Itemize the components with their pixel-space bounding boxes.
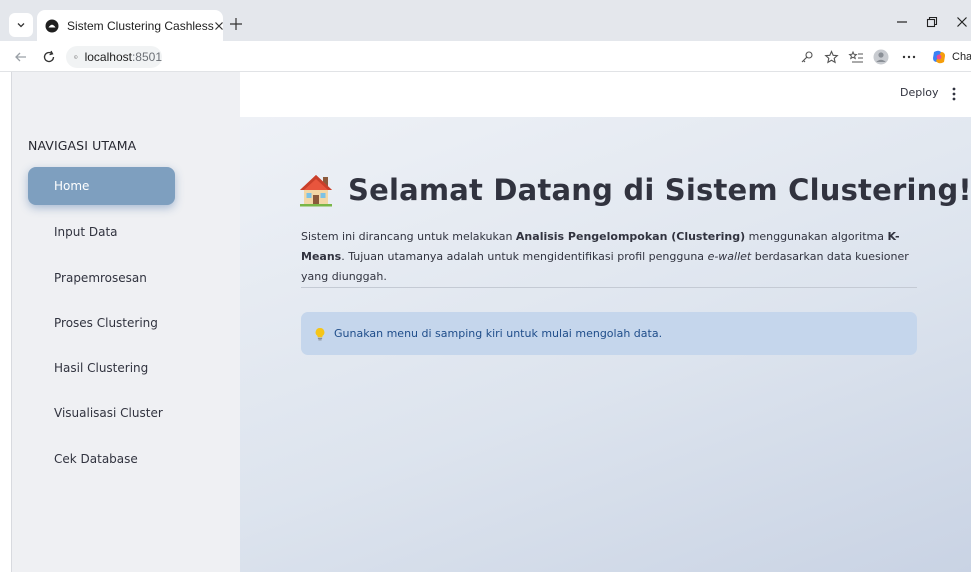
copilot-label[interactable]: Chat — [952, 51, 971, 63]
tab-title: Sistem Clustering Cashless — [67, 18, 214, 33]
favorites-list-icon[interactable] — [847, 48, 865, 66]
sidebar-item-proses-clustering[interactable]: Proses Clustering — [28, 304, 175, 342]
house-icon — [298, 173, 334, 207]
sidebar-item-visualisasi-cluster[interactable]: Visualisasi Cluster — [28, 394, 175, 432]
page-title: Selamat Datang di Sistem Clustering! — [298, 173, 971, 207]
browser-tab-active[interactable]: Sistem Clustering Cashless — [37, 10, 223, 41]
browser-tab-bar: Sistem Clustering Cashless — [0, 0, 971, 41]
page-title-text: Selamat Datang di Sistem Clustering! — [348, 173, 971, 207]
back-arrow-icon[interactable] — [12, 48, 30, 66]
profile-avatar-icon[interactable] — [872, 48, 890, 66]
url-field[interactable]: localhost:8501 — [66, 46, 162, 68]
window-close-icon[interactable] — [954, 14, 970, 30]
main-menu-icon[interactable] — [947, 84, 961, 104]
sidebar-item-prapemrosesan[interactable]: Prapemrosesan — [28, 259, 175, 297]
main-content: Selamat Datang di Sistem Clustering! Sis… — [240, 117, 971, 572]
sidebar-heading: NAVIGASI UTAMA — [28, 138, 137, 153]
tab-list-button[interactable] — [9, 13, 33, 37]
minimize-icon[interactable] — [894, 14, 910, 30]
password-key-icon[interactable] — [798, 48, 816, 66]
lightbulb-icon — [314, 327, 326, 341]
url-text: localhost:8501 — [84, 50, 162, 64]
intro-paragraph: Sistem ini dirancang untuk melakukan Ana… — [301, 230, 909, 283]
close-icon[interactable] — [214, 18, 224, 34]
app-header: Deploy — [240, 72, 971, 117]
section-divider — [301, 287, 917, 288]
info-alert-text: Gunakan menu di samping kiri untuk mulai… — [334, 327, 663, 340]
favorite-star-icon[interactable] — [822, 48, 840, 66]
chevron-down-icon — [17, 23, 25, 28]
reload-icon[interactable] — [40, 48, 58, 66]
sidebar: NAVIGASI UTAMA Home Input Data Prapemros… — [11, 72, 240, 572]
restore-icon[interactable] — [924, 14, 940, 30]
sidebar-item-home[interactable]: Home — [28, 167, 175, 205]
streamlit-favicon-icon — [45, 19, 59, 33]
sidebar-item-cek-database[interactable]: Cek Database — [28, 440, 175, 478]
info-circle-icon — [74, 55, 78, 59]
deploy-button[interactable]: Deploy — [900, 86, 939, 99]
browser-address-bar: localhost:8501 Chat — [0, 41, 971, 72]
more-options-icon[interactable] — [900, 48, 918, 66]
info-alert: Gunakan menu di samping kiri untuk mulai… — [301, 312, 917, 355]
sidebar-item-hasil-clustering[interactable]: Hasil Clustering — [28, 349, 175, 387]
sidebar-item-input-data[interactable]: Input Data — [28, 213, 175, 251]
new-tab-icon[interactable] — [227, 15, 245, 33]
copilot-icon[interactable] — [930, 48, 948, 66]
